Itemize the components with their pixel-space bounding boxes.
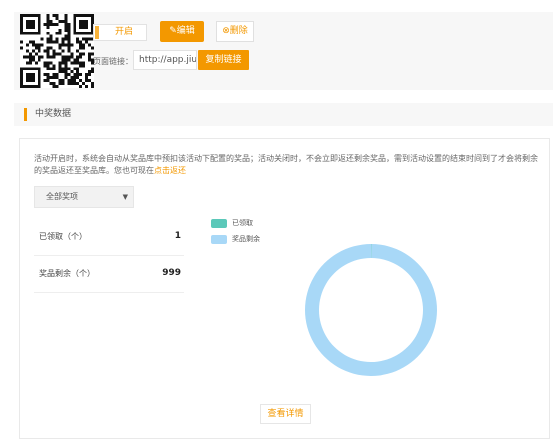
page-link-field[interactable]: http://app.jiu (133, 50, 197, 70)
toggle-label: 开启 (114, 27, 133, 37)
qr-code-image (20, 14, 94, 88)
return-prizes-link[interactable]: 点击返还 (154, 166, 186, 175)
legend-swatch (211, 235, 227, 244)
qr-modules (20, 14, 94, 88)
page-link-label: 页面链接： (93, 57, 133, 66)
legend-swatch (211, 219, 227, 228)
remaining-stat-row: 奖品剩余（个） 999 (34, 255, 184, 293)
edit-icon: ✎ (169, 26, 177, 36)
notice-text: 活动开启时，系统会自动从奖品库中预扣该活动下配置的奖品；活动关闭时，不会立即返还… (34, 153, 544, 177)
notice-body: 活动开启时，系统会自动从奖品库中预扣该活动下配置的奖品；活动关闭时，不会立即返还… (34, 154, 538, 175)
edit-label: 编辑 (176, 26, 195, 36)
prize-donut-chart (305, 244, 437, 376)
section-title: 中奖数据 (35, 109, 72, 119)
dropdown-caret-icon: ▼ (122, 193, 128, 201)
claimed-label: 已领取（个） (39, 232, 87, 241)
remaining-label: 奖品剩余（个） (39, 269, 95, 278)
qr-code (20, 14, 94, 88)
view-details-button[interactable]: 查看详情 (260, 404, 311, 424)
delete-label: 删除 (229, 26, 248, 36)
delete-button[interactable]: ⊗删除 (216, 21, 254, 42)
claimed-stat-row: 已领取（个） 1 (34, 218, 184, 256)
remaining-value: 999 (162, 268, 181, 278)
delete-icon: ⊗ (222, 26, 230, 36)
copy-link-button[interactable]: 复制链接 (198, 50, 249, 70)
claimed-value: 1 (174, 231, 181, 241)
prize-filter-select[interactable]: 全部奖项 ▼ (34, 186, 134, 208)
edit-button[interactable]: ✎编辑 (160, 21, 204, 42)
toggle-knob (95, 26, 99, 39)
legend-label: 已领取 (232, 219, 253, 227)
legend-label: 奖品剩余 (232, 235, 260, 243)
section-accent-bar (24, 108, 27, 121)
prize-filter-value: 全部奖项 (46, 192, 78, 201)
donut-slice-1[interactable] (305, 244, 437, 376)
section-header: 中奖数据 (14, 103, 553, 126)
status-toggle[interactable]: 开启 (93, 24, 147, 41)
